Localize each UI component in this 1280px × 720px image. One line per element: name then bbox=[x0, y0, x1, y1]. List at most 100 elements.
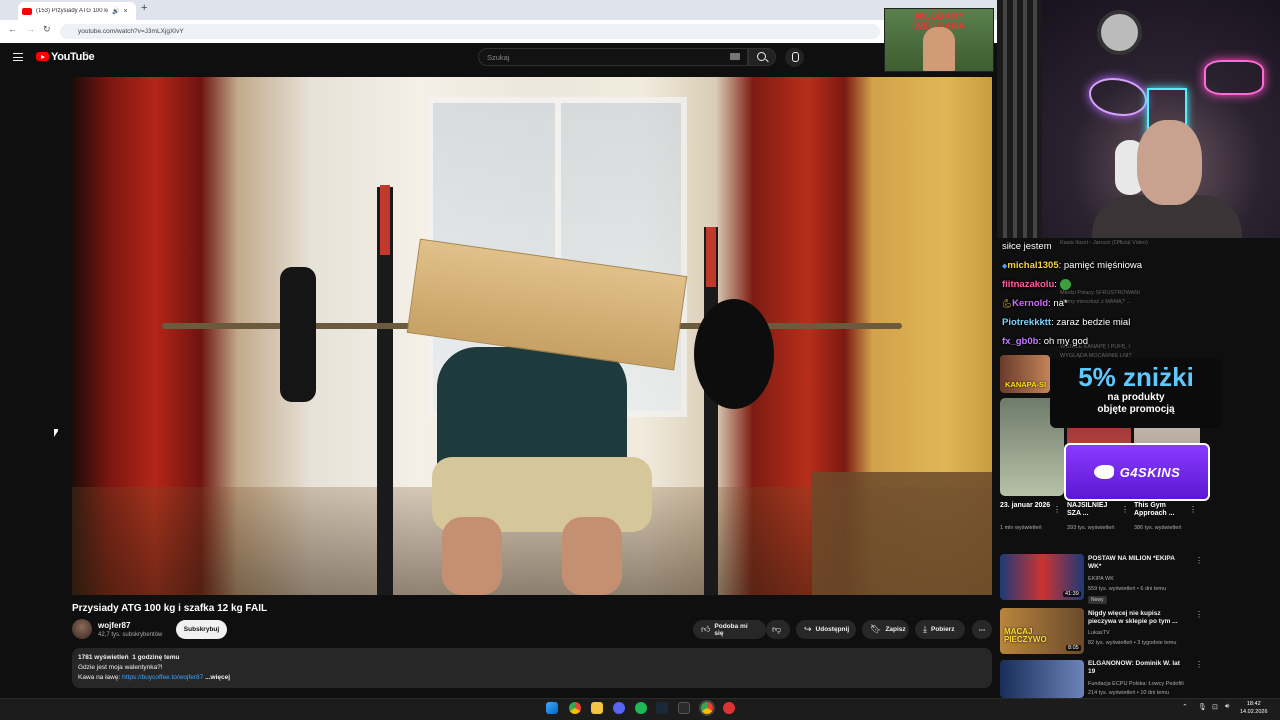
chat-user-4: Kernold bbox=[1012, 298, 1049, 309]
browser-tab-bar bbox=[0, 0, 1000, 20]
chat-msg-1: siłce jestem bbox=[1002, 241, 1052, 252]
clock-date: 14.02.2026 bbox=[1240, 709, 1268, 715]
rec-2-menu-icon[interactable]: ⋮ bbox=[1195, 610, 1203, 619]
rec-channel-1[interactable]: EKIPA WK bbox=[1088, 576, 1114, 582]
search-button[interactable] bbox=[748, 48, 776, 66]
sponsor-banner: G4SKINS bbox=[1064, 443, 1210, 501]
cam-wall-disc bbox=[1097, 10, 1142, 55]
forward-button[interactable]: → bbox=[26, 24, 35, 34]
new-badge: Nowy bbox=[1088, 596, 1107, 604]
taskbar-clock[interactable]: 18:42 14.02.2026 bbox=[1240, 700, 1268, 716]
sponsor-lion-icon bbox=[1093, 465, 1114, 479]
short-title-2[interactable]: NAJSILNIEJ SZA ... bbox=[1067, 502, 1123, 518]
dislike-button[interactable]: 👎︎ bbox=[766, 620, 790, 639]
promo-line-1: na produkty bbox=[1107, 392, 1165, 403]
save-button[interactable]: 🔖︎ Zapisz bbox=[862, 620, 909, 639]
save-label: Zapisz bbox=[885, 626, 906, 633]
short-title-3[interactable]: This Gym Approach ... bbox=[1134, 502, 1190, 518]
url-field[interactable]: youtube.com/watch?v=J3mLXjgXIvY bbox=[60, 24, 880, 39]
show-more-link[interactable]: ...więcej bbox=[205, 674, 230, 681]
keyboard-icon[interactable] bbox=[730, 53, 740, 60]
search-input[interactable]: Szukaj bbox=[478, 48, 748, 66]
youtube-logo-icon[interactable] bbox=[36, 52, 49, 61]
short-3-menu-icon[interactable]: ⋮ bbox=[1189, 505, 1197, 514]
download-button[interactable]: ⤓ Pobierz bbox=[915, 620, 965, 639]
tab-title: (153) Przysiady ATG 100 kg bbox=[36, 8, 108, 14]
video-plate-left bbox=[280, 267, 316, 402]
channel-avatar[interactable] bbox=[72, 619, 92, 639]
chat-msg-3: : bbox=[1054, 279, 1057, 291]
voice-search-button[interactable] bbox=[785, 48, 804, 67]
rec-title-2[interactable]: Nigdy więcej nie kupisz pieczywa w sklep… bbox=[1088, 610, 1188, 626]
tray-volume-icon[interactable]: 🔊︎ bbox=[1225, 703, 1229, 711]
tray-mic-icon[interactable]: 🎙︎ bbox=[1198, 703, 1207, 711]
share-button[interactable]: ↪ Udostępnij bbox=[796, 620, 856, 639]
short-title-1[interactable]: 23. januar 2026 bbox=[1000, 502, 1056, 510]
chat-msg-4: : na* bbox=[1048, 298, 1068, 309]
chat-user-3: fiitnazakolu bbox=[1002, 279, 1055, 291]
cam-neon-puma bbox=[1089, 78, 1147, 116]
spotify-icon[interactable] bbox=[635, 702, 647, 714]
rec-duration-1: 41:39 bbox=[1063, 591, 1081, 597]
chat-emote-icon bbox=[1059, 279, 1071, 290]
new-tab-button[interactable]: + bbox=[141, 2, 147, 14]
speaker-icon[interactable]: 🔊 bbox=[112, 8, 119, 15]
chat-line-3: fiitnazakolu: bbox=[1002, 279, 1071, 290]
channel-name[interactable]: wojfer87 bbox=[98, 621, 130, 630]
chat-user-2: michal1305 bbox=[1007, 260, 1059, 271]
subscribe-button[interactable]: Subskrybuj bbox=[176, 620, 227, 639]
video-player[interactable] bbox=[72, 77, 992, 595]
file-explorer-icon[interactable] bbox=[591, 702, 603, 714]
promo-line-2: objęte promocją bbox=[1097, 404, 1175, 415]
rec-meta-2: 82 tys. wyświetleń • 3 tygodnie temu bbox=[1088, 640, 1177, 646]
chrome-icon[interactable] bbox=[569, 702, 581, 714]
rec-3-menu-icon[interactable]: ⋮ bbox=[1195, 660, 1203, 669]
rec-thumb-2-label: MACAJ PIECZYWO bbox=[1004, 627, 1047, 644]
reload-button[interactable]: ↻ bbox=[43, 24, 51, 35]
start-icon[interactable] bbox=[546, 702, 558, 714]
steam-icon[interactable] bbox=[656, 702, 668, 714]
more-actions-button[interactable]: ⋯ bbox=[972, 620, 992, 639]
tab-close-icon[interactable]: × bbox=[123, 8, 127, 15]
chat-msg-2: : pamięć mięśniowa bbox=[1058, 260, 1143, 271]
short-2-menu-icon[interactable]: ⋮ bbox=[1121, 505, 1129, 514]
rec-thumb-3[interactable] bbox=[1000, 660, 1084, 698]
rec-channel-2[interactable]: LukasTV bbox=[1088, 630, 1110, 636]
rec-1-menu-icon[interactable]: ⋮ bbox=[1195, 556, 1203, 565]
chat-msg-6: : oh my god bbox=[1038, 336, 1089, 347]
chat-msg-5: : zaraz bedzie mial bbox=[1051, 317, 1131, 328]
video-hook-right bbox=[706, 227, 716, 287]
menu-icon[interactable] bbox=[13, 53, 23, 61]
discord-icon[interactable] bbox=[613, 702, 625, 714]
chrome-active-icon[interactable] bbox=[701, 702, 713, 714]
app-icon[interactable] bbox=[678, 702, 690, 714]
rec-title-3[interactable]: ELGANONOW: Dominik W. lat 19 bbox=[1088, 660, 1188, 676]
description-line-3: Kawa na ławę: bbox=[78, 674, 121, 681]
like-button[interactable]: 👍︎ Podoba mi się bbox=[693, 620, 766, 639]
obs-icon[interactable] bbox=[723, 702, 735, 714]
rec-title-1[interactable]: POSTAW NA MILION *EKIPA WK* bbox=[1088, 555, 1188, 571]
upload-age: 1 godzinę temu bbox=[132, 654, 180, 661]
browser-tab[interactable]: (153) Przysiady ATG 100 kg 🔊 × bbox=[18, 2, 136, 20]
donation-link[interactable]: https://buycoffee.to/wojfer87 bbox=[122, 674, 203, 681]
back-button[interactable]: ← bbox=[8, 24, 17, 34]
kanapa-label: KANAPA-SI bbox=[1005, 380, 1047, 389]
cam-wall-stripes bbox=[997, 0, 1042, 238]
description-box[interactable]: 1781 wyświetleń 1 godzinę temu Gdzie jes… bbox=[72, 648, 992, 688]
clock-time: 18:42 bbox=[1246, 701, 1261, 707]
short-meta-1: 1 mln wyświetleń bbox=[1000, 525, 1042, 531]
video-table bbox=[812, 472, 992, 595]
video-title: Przysiady ATG 100 kg i szafka 12 kg FAIL bbox=[72, 603, 268, 614]
tray-chevron-icon[interactable]: ⌃ bbox=[1182, 703, 1188, 711]
chat-user-6: fx_gb0b bbox=[1002, 336, 1039, 347]
cam-streamer-head bbox=[1137, 120, 1202, 205]
video-hook-left bbox=[380, 185, 390, 255]
rec-channel-3[interactable]: Fundacja ECPU Polska: Łowcy Pedofili bbox=[1088, 681, 1198, 687]
chat-badge-icon-2: 💪︎ bbox=[1002, 299, 1013, 308]
short-meta-2: 393 tys. wyświetleń bbox=[1067, 525, 1115, 531]
short-1-menu-icon[interactable]: ⋮ bbox=[1053, 505, 1061, 514]
tray-network-icon[interactable]: ⊡ bbox=[1212, 703, 1218, 711]
video-person-leg-right bbox=[562, 517, 622, 595]
chat-line-6: fx_gb0b: oh my god bbox=[1002, 336, 1088, 347]
cam-neon-bull bbox=[1204, 60, 1264, 95]
